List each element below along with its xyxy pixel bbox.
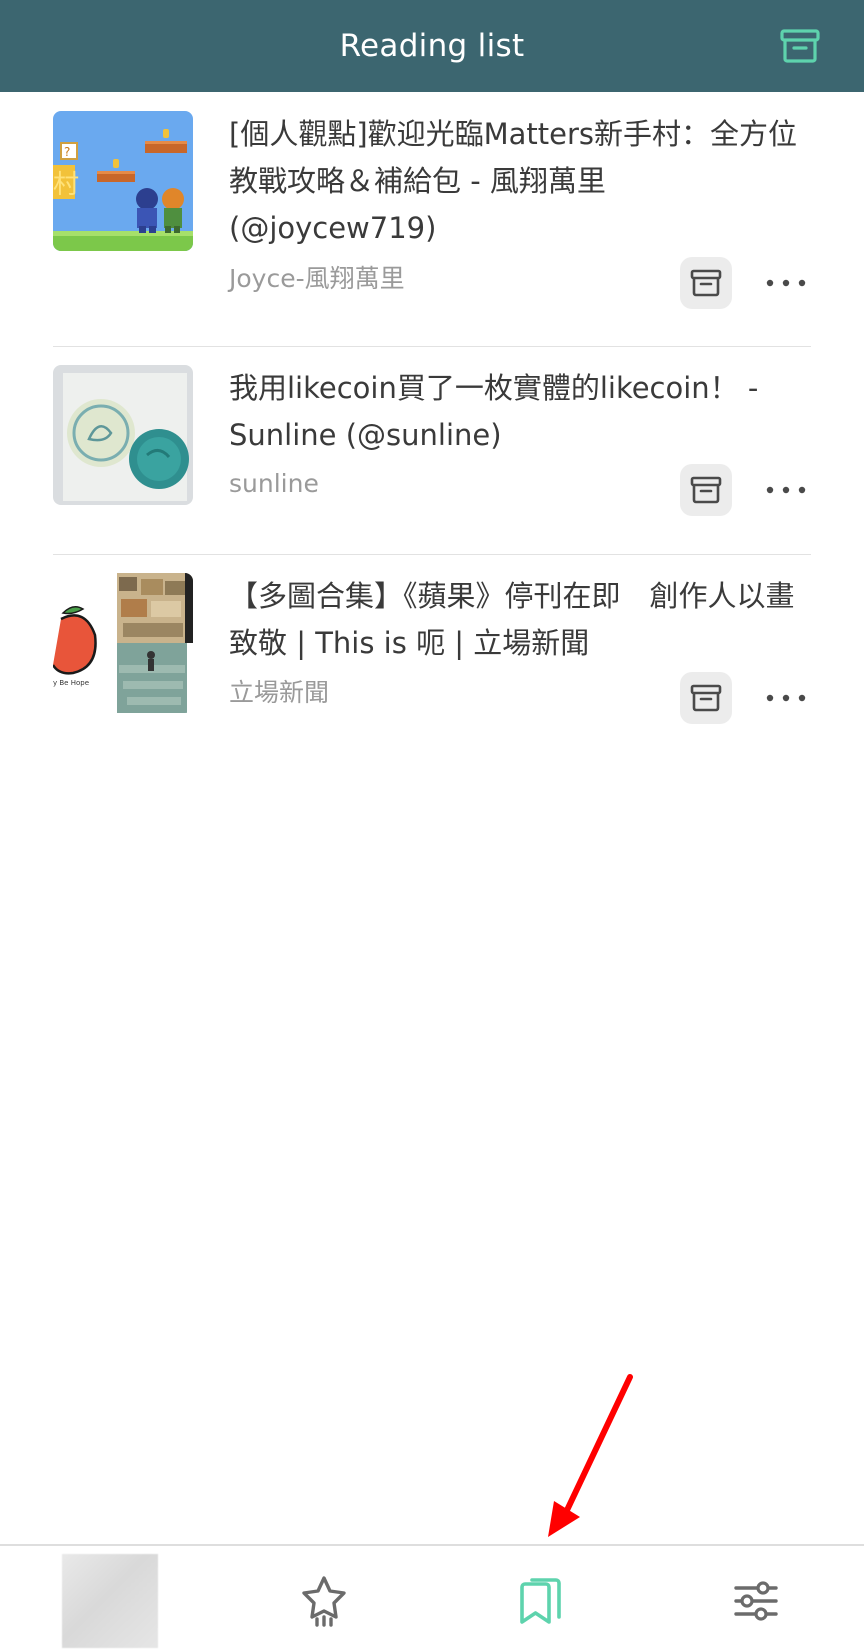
more-options-button[interactable] xyxy=(761,683,811,713)
settings-tab[interactable] xyxy=(706,1554,806,1648)
list-item[interactable]: ? 村 [個人觀點]歡迎光臨Matters新手村：全方位教戰攻略＆補給包 - 風… xyxy=(53,111,811,311)
star-icon xyxy=(302,1576,346,1627)
star-tab[interactable] xyxy=(274,1554,374,1648)
more-dots-icon xyxy=(766,486,806,494)
article-title[interactable]: 【多圖合集】《蘋果》停刊在即 創作人以畫致敬 | This is 呃 | 立場新… xyxy=(229,573,799,667)
article-author: Joyce-風翔萬里 xyxy=(229,264,405,293)
more-dots-icon xyxy=(766,694,806,702)
pixel-game-thumbnail[interactable]: ? 村 xyxy=(53,111,193,251)
archive-icon xyxy=(690,269,722,297)
avatar xyxy=(62,1554,158,1648)
list-item[interactable]: y Be Hope 【多圖合集】《蘋果》停刊在即 創作人以畫致敬 | This … xyxy=(53,573,811,733)
app-root: Reading list ? 村 [個人觀點]歡迎光臨Matters新手村：全方… xyxy=(0,0,864,1652)
bookmarks-tab[interactable] xyxy=(490,1554,590,1648)
article-title[interactable]: 我用likecoin買了一枚實體的likecoin！ - Sunline (@s… xyxy=(229,365,799,459)
bookmarks-icon xyxy=(520,1578,561,1624)
apple-collage-thumbnail[interactable]: y Be Hope xyxy=(53,573,193,713)
svg-text:y Be Hope: y Be Hope xyxy=(53,679,89,687)
page-title: Reading list xyxy=(339,28,525,64)
archive-button[interactable] xyxy=(680,464,732,516)
archive-button[interactable] xyxy=(680,672,732,724)
wax-seal-thumbnail[interactable] xyxy=(53,365,193,505)
more-dots-icon xyxy=(766,279,806,287)
article-author: sunline xyxy=(229,469,319,498)
svg-text:村: 村 xyxy=(53,170,79,200)
list-item[interactable]: 我用likecoin買了一枚實體的likecoin！ - Sunline (@s… xyxy=(53,365,811,535)
divider xyxy=(53,346,811,347)
more-options-button[interactable] xyxy=(761,475,811,505)
archive-icon xyxy=(690,476,722,504)
svg-text:?: ? xyxy=(64,145,70,159)
bottom-navigation xyxy=(0,1544,864,1652)
archive-button[interactable] xyxy=(680,257,732,309)
profile-avatar-tab[interactable] xyxy=(62,1554,158,1648)
article-author: 立場新聞 xyxy=(229,678,330,707)
archive-icon[interactable] xyxy=(778,24,822,68)
divider xyxy=(53,554,811,555)
article-title[interactable]: [個人觀點]歡迎光臨Matters新手村：全方位教戰攻略＆補給包 - 風翔萬里 … xyxy=(229,111,799,252)
annotation-arrow xyxy=(548,1374,633,1537)
more-options-button[interactable] xyxy=(761,268,811,298)
archive-icon xyxy=(690,684,722,712)
settings-sliders-icon xyxy=(734,1581,778,1621)
header-bar: Reading list xyxy=(0,0,864,92)
